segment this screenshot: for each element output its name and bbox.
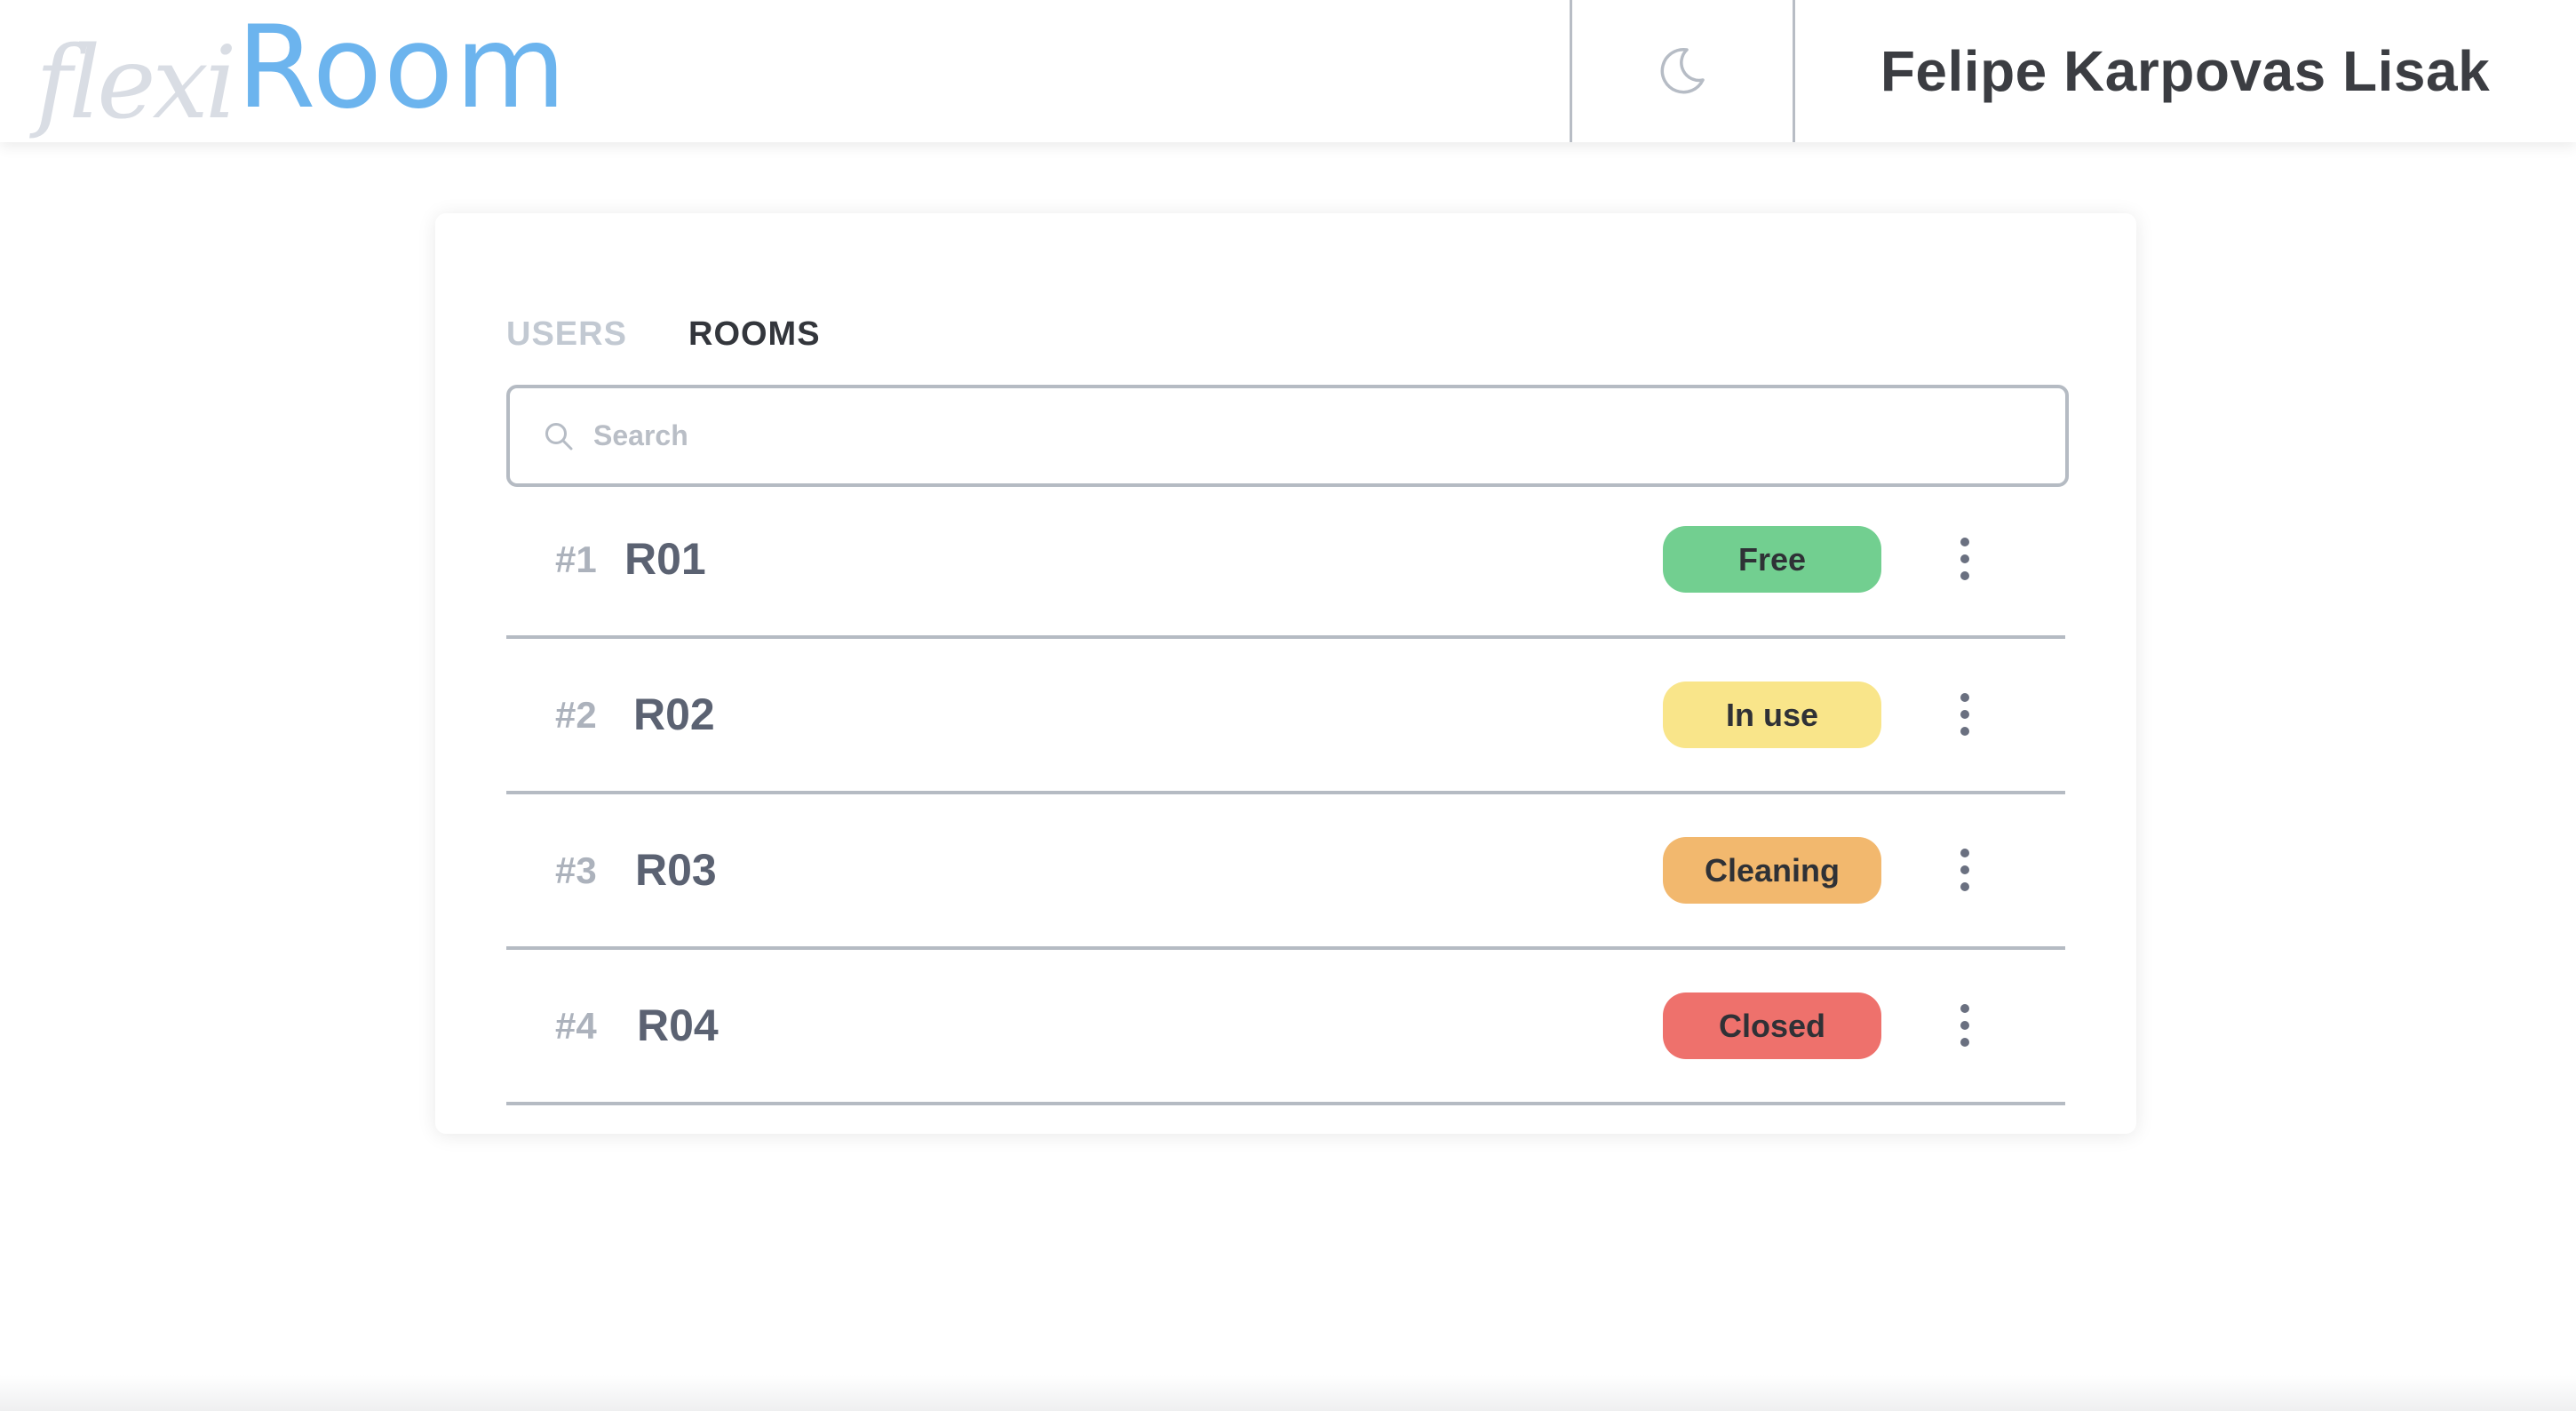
room-number: #4 <box>555 1005 597 1047</box>
logo-main: Room <box>236 1 568 134</box>
kebab-dot <box>1960 849 1969 857</box>
kebab-dot <box>1960 1038 1969 1047</box>
more-options-button[interactable] <box>1945 994 1984 1056</box>
room-row[interactable]: #4 R04 Closed <box>506 950 2065 1105</box>
kebab-dot <box>1960 1021 1969 1030</box>
search-icon <box>544 421 574 451</box>
search-input[interactable] <box>592 408 2016 464</box>
room-number: #2 <box>555 694 597 736</box>
app-logo[interactable]: flexi Room <box>36 0 568 142</box>
kebab-dot <box>1960 571 1969 580</box>
room-name: R04 <box>637 1000 719 1050</box>
kebab-dot <box>1960 865 1969 874</box>
status-badge: Free <box>1663 526 1881 593</box>
room-name: R01 <box>624 534 706 584</box>
kebab-dot <box>1960 710 1969 719</box>
room-number: #1 <box>555 538 597 580</box>
more-options-button[interactable] <box>1945 839 1984 901</box>
tab-rooms[interactable]: ROOMS <box>688 284 821 400</box>
room-list: #1 R01 Free #2 R02 In use #3 R03 Cleanin… <box>506 483 2065 1105</box>
status-badge: In use <box>1663 682 1881 748</box>
user-name[interactable]: Felipe Karpovas Lisak <box>1794 0 2576 142</box>
tab-users[interactable]: USERS <box>506 284 627 400</box>
kebab-dot <box>1960 538 1969 546</box>
kebab-dot <box>1960 882 1969 891</box>
room-row[interactable]: #2 R02 In use <box>506 639 2065 794</box>
room-row[interactable]: #3 R03 Cleaning <box>506 794 2065 950</box>
top-bar: flexi Room Felipe Karpovas Lisak <box>0 0 2576 142</box>
search-box[interactable] <box>506 385 2069 487</box>
room-name: R02 <box>633 690 715 739</box>
status-badge: Closed <box>1663 992 1881 1059</box>
kebab-dot <box>1960 1004 1969 1013</box>
moon-icon <box>1660 44 1706 99</box>
room-name: R03 <box>635 845 717 895</box>
bottom-shadow <box>0 1375 2576 1411</box>
logo-prefix: flexi <box>36 26 237 141</box>
more-options-button[interactable] <box>1945 683 1984 745</box>
more-options-button[interactable] <box>1945 528 1984 590</box>
kebab-dot <box>1960 727 1969 736</box>
theme-toggle-button[interactable] <box>1572 0 1794 142</box>
kebab-dot <box>1960 693 1969 702</box>
room-row[interactable]: #1 R01 Free <box>506 483 2065 639</box>
room-number: #3 <box>555 849 597 891</box>
status-badge: Cleaning <box>1663 837 1881 904</box>
rooms-card: USERS ROOMS #1 R01 Free #2 R02 In us <box>435 213 2136 1134</box>
kebab-dot <box>1960 554 1969 563</box>
